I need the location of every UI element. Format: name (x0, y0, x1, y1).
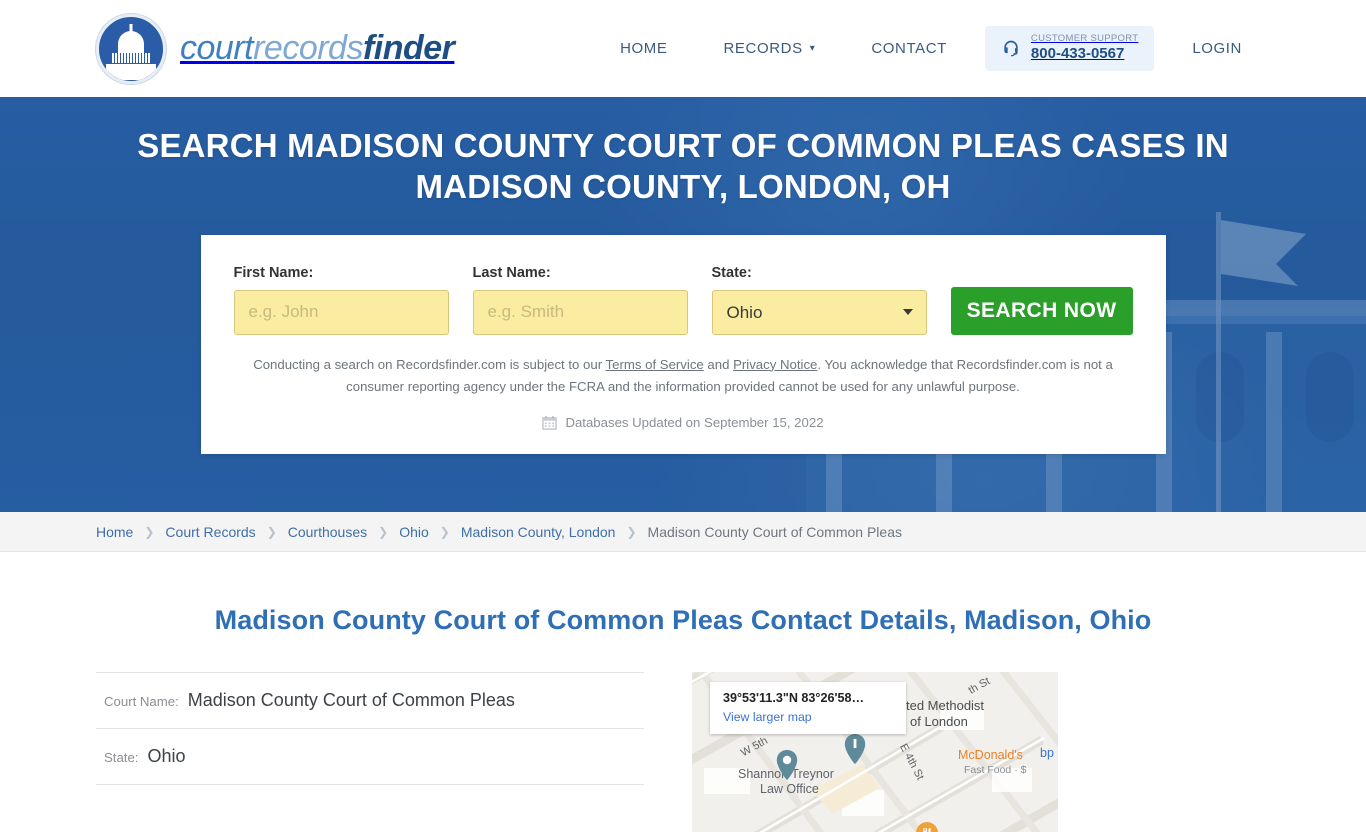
page-title: Madison County Court of Common Pleas Con… (214, 605, 1152, 635)
nav-item-contact[interactable]: CONTACT (843, 40, 975, 57)
detail-value-court-name: Madison County Court of Common Pleas (187, 690, 515, 710)
logo-text-court: court (180, 29, 254, 67)
breadcrumb-item-current: Madison County Court of Common Pleas (647, 523, 902, 540)
chevron-right-icon: ❯ (378, 524, 389, 539)
database-updated-row: Databases Updated on September 15, 2022 (234, 415, 1133, 430)
main-navigation: HOME RECORDS ▾ CONTACT CUSTOMER SUPPORT … (592, 26, 1270, 71)
nav-item-home-label: HOME (620, 40, 668, 57)
chevron-right-icon: ❯ (144, 524, 155, 539)
map-label-mcdonalds-sub: Fast Food · $ (964, 764, 1027, 776)
detail-value-state: Ohio (147, 746, 186, 766)
customer-support-badge[interactable]: CUSTOMER SUPPORT 800-433-0567 (984, 26, 1155, 71)
view-larger-map-link[interactable]: View larger map (723, 710, 893, 724)
map-info-card: 39°53'11.3"N 83°26'58… View larger map (710, 682, 906, 734)
disclaimer-part-1: Conducting a search on Recordsfinder.com… (253, 356, 606, 372)
map-label-bp: bp (1040, 746, 1054, 760)
map-pin-icon (776, 750, 798, 780)
logo-text: courtrecordsfinder (180, 29, 455, 68)
capitol-dome-icon (96, 13, 166, 84)
last-name-field-group: Last Name: (472, 264, 688, 335)
first-name-label: First Name: (233, 264, 314, 281)
location-map[interactable]: th St ted Methodist of London W 5th E 4t… (692, 672, 1058, 832)
site-header: courtrecordsfinder HOME RECORDS ▾ CONTAC… (0, 0, 1366, 97)
main-content: Madison County Court of Common Pleas Con… (0, 605, 1366, 832)
last-name-label: Last Name: (472, 264, 551, 281)
site-logo[interactable]: courtrecordsfinder (96, 13, 455, 84)
first-name-field-group: First Name: (233, 264, 449, 335)
customer-support-phone: 800-433-0567 (1030, 44, 1125, 62)
map-label-of-london: of London (910, 714, 968, 729)
breadcrumb: Home ❯ Court Records ❯ Courthouses ❯ Ohi… (0, 512, 1366, 552)
map-label-mcdonalds: McDonald's (958, 748, 1023, 762)
search-now-button[interactable]: SEARCH NOW (950, 286, 1133, 335)
map-coordinates: 39°53'11.3"N 83°26'58… (723, 691, 865, 705)
database-updated-text: Databases Updated on September 15, 2022 (565, 414, 824, 430)
breadcrumb-item-ohio[interactable]: Ohio (399, 524, 429, 540)
customer-support-label: CUSTOMER SUPPORT (1030, 33, 1139, 45)
first-name-input[interactable] (233, 289, 449, 335)
logo-text-finder: finder (362, 29, 455, 67)
nav-item-home[interactable]: HOME (592, 40, 695, 57)
detail-label-state: State: (104, 750, 139, 765)
nav-item-login-label: LOGIN (1192, 40, 1242, 57)
headset-icon (1004, 40, 1018, 56)
calendar-icon (542, 415, 558, 430)
breadcrumb-item-court-records[interactable]: Court Records (165, 524, 255, 540)
logo-text-records: records (253, 29, 363, 67)
chevron-right-icon: ❯ (266, 524, 277, 539)
privacy-notice-link[interactable]: Privacy Notice (733, 357, 817, 372)
search-field-row: First Name: Last Name: State: Ohio SEARC… (233, 264, 1133, 335)
detail-row-court-name: Court Name: Madison County Court of Comm… (96, 673, 644, 729)
map-label-methodist: ted Methodist (906, 698, 985, 713)
state-field-group: State: Ohio (711, 264, 927, 335)
terms-of-service-link[interactable]: Terms of Service (606, 357, 704, 372)
state-select[interactable]: Ohio (711, 289, 927, 335)
nav-item-records[interactable]: RECORDS ▾ (695, 40, 843, 57)
chevron-down-icon: ▾ (809, 43, 816, 54)
nav-item-contact-label: CONTACT (871, 40, 947, 57)
page-hero-title: SEARCH MADISON COUNTY COURT OF COMMON PL… (137, 127, 1229, 206)
nav-item-records-label: RECORDS (723, 40, 803, 57)
state-label: State: (711, 264, 752, 281)
breadcrumb-item-home[interactable]: Home (96, 524, 133, 540)
detail-row-state: State: Ohio (96, 729, 644, 785)
customer-support-text: CUSTOMER SUPPORT 800-433-0567 (1030, 33, 1139, 62)
state-select-wrapper: Ohio (711, 289, 927, 335)
chevron-right-icon: ❯ (626, 524, 637, 539)
detail-label-court-name: Court Name: (104, 694, 179, 709)
search-disclaimer: Conducting a search on Recordsfinder.com… (243, 354, 1123, 399)
nav-item-login[interactable]: LOGIN (1164, 40, 1270, 57)
map-pin-icon (844, 734, 866, 764)
breadcrumb-item-madison-county-london[interactable]: Madison County, London (461, 524, 616, 540)
hero-section: SEARCH MADISON COUNTY COURT OF COMMON PL… (0, 97, 1366, 512)
map-label-law-office: Law Office (760, 782, 819, 796)
search-form-card: First Name: Last Name: State: Ohio SEARC… (200, 234, 1166, 454)
disclaimer-mid: and (703, 356, 734, 372)
chevron-right-icon: ❯ (439, 524, 450, 539)
content-row: Court Name: Madison County Court of Comm… (0, 672, 1366, 832)
last-name-input[interactable] (472, 289, 688, 335)
court-details-table: Court Name: Madison County Court of Comm… (96, 672, 644, 832)
breadcrumb-item-courthouses[interactable]: Courthouses (288, 524, 367, 540)
